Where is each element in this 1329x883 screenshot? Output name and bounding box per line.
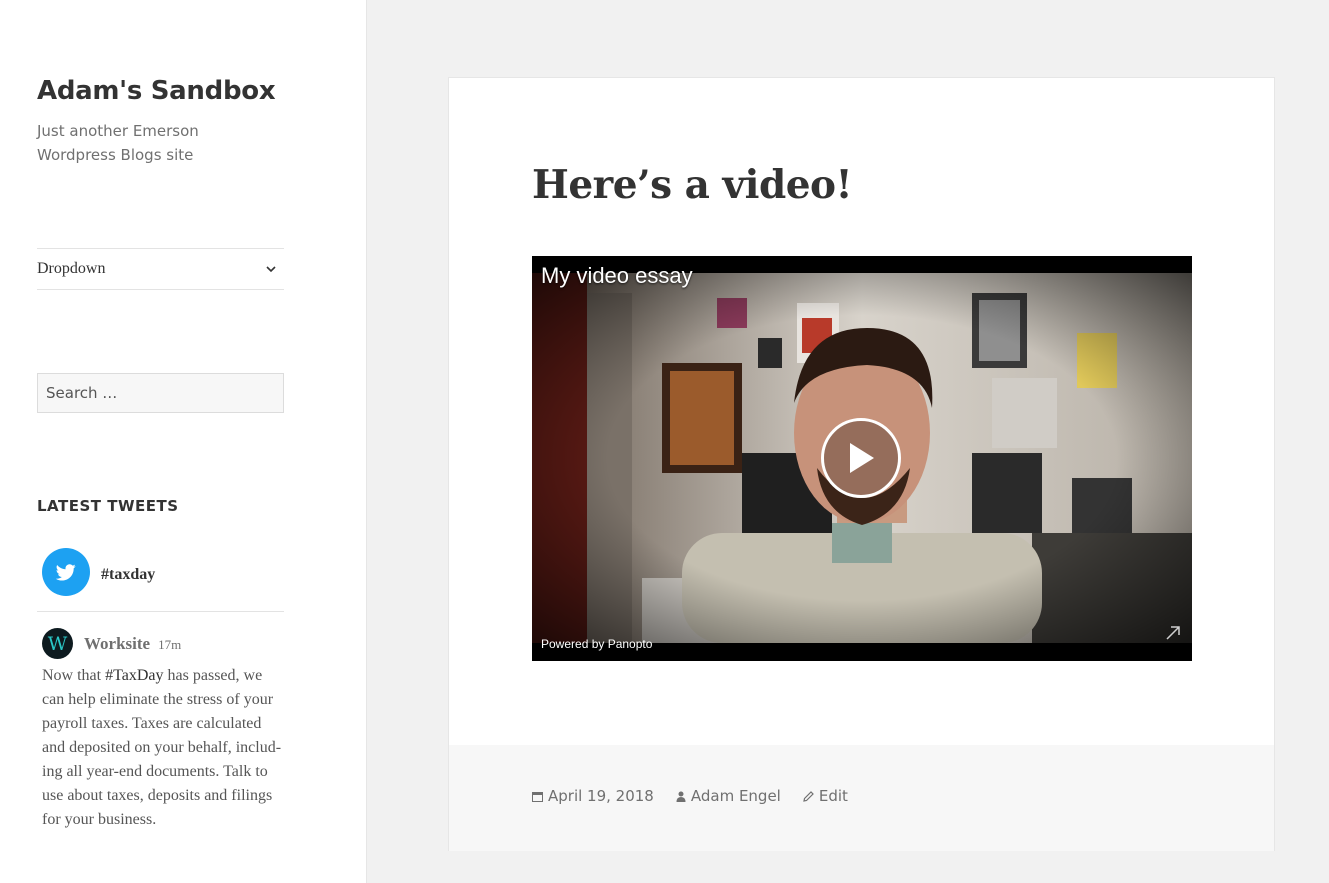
tweet-hashtag-link[interactable]: #TaxDay (105, 667, 163, 684)
site-description: Just another Emerson Wordpress Blogs sit… (37, 122, 199, 164)
tweet-time[interactable]: 17m (158, 637, 181, 653)
post-edit: Edit (803, 787, 848, 805)
dropdown-menu-item[interactable]: Dropdown (37, 248, 284, 290)
sidebar: Adam's Sandbox Just another Emerson Word… (0, 0, 367, 883)
video-player[interactable]: My video essay Powered by Panopto (532, 256, 1192, 661)
post-author: Adam Engel (676, 787, 781, 805)
site-title[interactable]: Adam's Sandbox (37, 76, 276, 106)
dropdown-label: Dropdown (37, 260, 106, 277)
tweets-header: #taxday (37, 546, 284, 612)
edit-link[interactable]: Edit (819, 787, 848, 805)
post-meta: April 19, 2018 Adam Engel Edit (532, 787, 870, 805)
tweet-text: Now that #TaxDay has passed, we can help… (42, 664, 287, 832)
user-icon (676, 791, 686, 802)
video-title: My video essay (541, 263, 693, 288)
avatar[interactable]: W (42, 628, 73, 659)
search-input[interactable] (37, 373, 284, 413)
play-icon (850, 443, 874, 473)
tweet-text-after: has passed, we can help eliminate the st… (42, 667, 282, 828)
post-footer: April 19, 2018 Adam Engel Edit (449, 745, 1274, 851)
pencil-icon (803, 790, 814, 802)
post-date-link[interactable]: April 19, 2018 (548, 787, 654, 805)
expand-icon[interactable] (1164, 624, 1182, 642)
widget-title: LATEST TWEETS (37, 497, 179, 515)
tweets-hashtag[interactable]: #taxday (101, 566, 155, 584)
play-button[interactable] (821, 418, 901, 498)
post-author-link[interactable]: Adam Engel (691, 787, 781, 805)
tweet-author-name[interactable]: Worksite (84, 634, 150, 654)
tweet-author: W Worksite 17m (42, 628, 181, 659)
calendar-icon (532, 791, 543, 802)
powered-by-label[interactable]: Powered by Panopto (541, 637, 652, 651)
post-title: Here’s a video! (532, 162, 853, 208)
chevron-down-icon[interactable] (264, 262, 278, 276)
post-date: April 19, 2018 (532, 787, 654, 805)
post-article: Here’s a video! My video essay Powered b… (448, 77, 1275, 851)
twitter-bird-icon[interactable] (42, 548, 90, 596)
tweet-text-before: Now that (42, 667, 106, 684)
